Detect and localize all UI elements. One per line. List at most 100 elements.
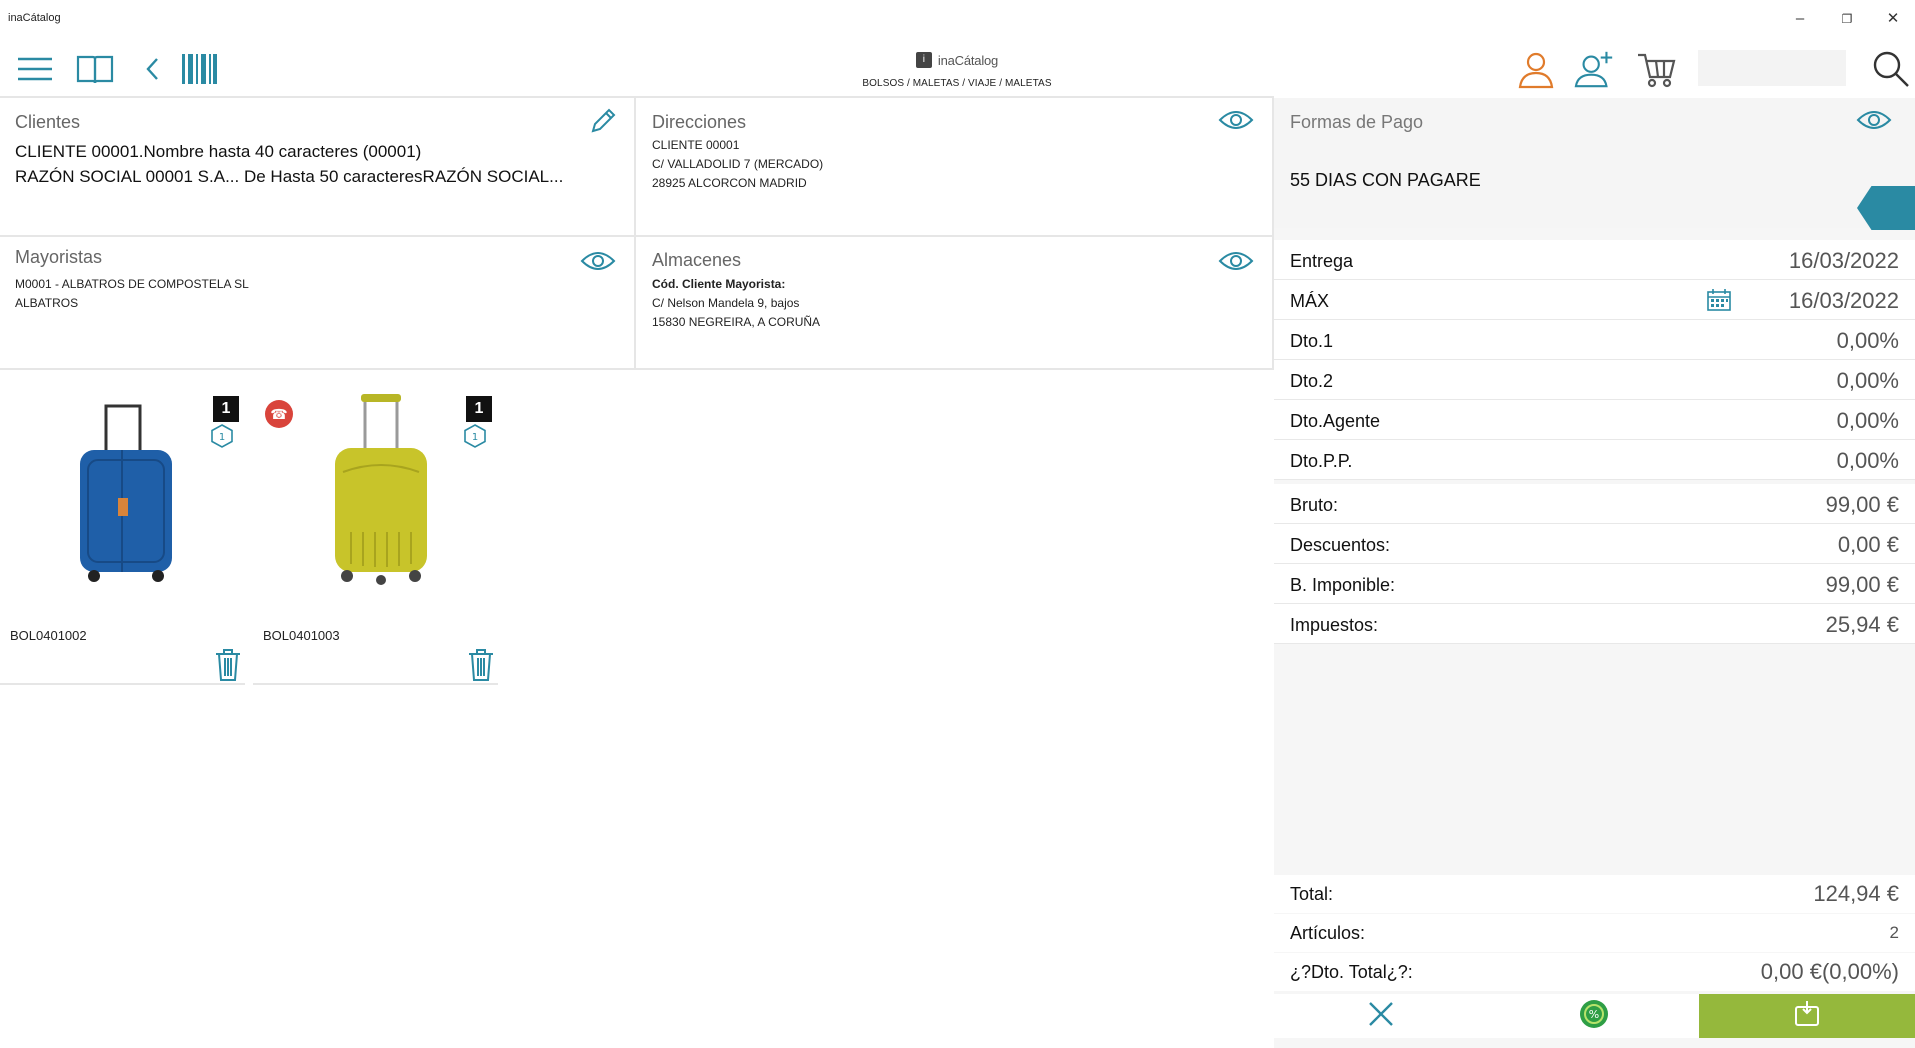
- clientes-title: Clientes: [15, 112, 81, 132]
- articulos-label: Artículos:: [1290, 923, 1366, 943]
- minimize-button[interactable]: –: [1783, 8, 1817, 30]
- summary-label: Dto.Agente: [1290, 411, 1381, 431]
- hamburger-icon[interactable]: [14, 48, 56, 90]
- summary-label: B. Imponible:: [1290, 575, 1396, 595]
- eye-icon[interactable]: [580, 249, 616, 273]
- summary-row-dto-pp[interactable]: Dto.P.P. 0,00%: [1274, 440, 1915, 480]
- confirm-order-button[interactable]: [1699, 994, 1915, 1038]
- close-window-button[interactable]: ✕: [1876, 8, 1910, 30]
- almacenes-panel[interactable]: Almacenes Cód. Cliente Mayorista: C/ Nel…: [636, 237, 1272, 368]
- direcciones-line-3: 28925 ALCORCON MADRID: [652, 176, 807, 190]
- total-value: 124,94 €: [1813, 881, 1899, 906]
- trash-icon[interactable]: [467, 648, 495, 682]
- summary-row-dto1[interactable]: Dto.1 0,00%: [1274, 320, 1915, 360]
- dto-total-value: 0,00 €(0,00%): [1760, 959, 1899, 984]
- summary-row-descuentos: Descuentos: 0,00 €: [1274, 524, 1915, 564]
- summary-row-dto-agente[interactable]: Dto.Agente 0,00%: [1274, 400, 1915, 440]
- barcode-icon[interactable]: [178, 48, 220, 90]
- summary-value: 0,00%: [1836, 368, 1899, 393]
- almacenes-line-2: C/ Nelson Mandela 9, bajos: [652, 296, 800, 310]
- order-summary-rows: Entrega 16/03/2022 MÁX 16/03/2022 Dto.1 …: [1274, 240, 1915, 644]
- summary-value: 99,00 €: [1825, 492, 1899, 517]
- summary-label: Dto.1: [1290, 331, 1334, 351]
- summary-value: 0,00 €: [1837, 532, 1899, 557]
- formas-de-pago-value: 55 DIAS CON PAGARE: [1290, 170, 1481, 190]
- product-units-label: 1: [472, 432, 478, 443]
- product-units-label: 1: [219, 432, 225, 443]
- svg-text:%: %: [1589, 1008, 1599, 1021]
- summary-value: 25,94 €: [1825, 612, 1899, 637]
- user-icon[interactable]: [1515, 48, 1557, 90]
- eye-icon[interactable]: [1856, 108, 1892, 132]
- payment-tab-handle[interactable]: [1857, 186, 1915, 230]
- product-card[interactable]: 1 1 BOL0401002: [0, 380, 245, 685]
- summary-value: 0,00%: [1836, 448, 1899, 473]
- summary-label: Descuentos:: [1290, 535, 1391, 555]
- clientes-razon-social: RAZÓN SOCIAL 00001 S.A... De Hasta 50 ca…: [15, 167, 564, 186]
- dto-total-label: ¿?Dto. Total¿?:: [1290, 962, 1413, 982]
- almacenes-line-1: Cód. Cliente Mayorista:: [652, 277, 786, 291]
- product-units-icon[interactable]: 1: [210, 424, 234, 448]
- calendar-icon[interactable]: [1706, 288, 1732, 312]
- formas-de-pago-title: Formas de Pago: [1290, 112, 1424, 132]
- chevron-left-icon[interactable]: [132, 48, 174, 90]
- mayoristas-line-1: M0001 - ALBATROS DE COMPOSTELA SL: [15, 277, 249, 291]
- summary-label: Entrega: [1290, 251, 1354, 271]
- order-action-bar: %: [1274, 994, 1915, 1038]
- dto-total-row[interactable]: ¿?Dto. Total¿?: 0,00 €(0,00%): [1274, 953, 1915, 991]
- search-icon[interactable]: [1870, 48, 1912, 90]
- almacenes-line-3: 15830 NEGREIRA, A CORUÑA: [652, 315, 821, 329]
- search-input[interactable]: [1698, 50, 1846, 86]
- product-image-suitcase[interactable]: [321, 392, 441, 597]
- product-units-icon[interactable]: 1: [463, 424, 487, 448]
- brand-logo-icon: i: [915, 52, 932, 68]
- articulos-row: Artículos: 2: [1274, 914, 1915, 952]
- summary-label: Dto.P.P.: [1290, 451, 1353, 471]
- total-label: Total:: [1290, 884, 1334, 904]
- mayoristas-line-2: ALBATROS: [15, 296, 79, 310]
- apply-discount-button[interactable]: %: [1487, 994, 1701, 1038]
- summary-row-dto2[interactable]: Dto.2 0,00%: [1274, 360, 1915, 400]
- product-image-suitcase[interactable]: [62, 400, 190, 595]
- summary-label: Bruto:: [1290, 495, 1339, 515]
- product-quantity-badge: 1: [466, 396, 492, 422]
- summary-value: 16/03/2022: [1788, 288, 1899, 313]
- formas-de-pago-panel[interactable]: Formas de Pago 55 DIAS CON PAGARE: [1274, 98, 1915, 230]
- restore-button[interactable]: ❐: [1830, 8, 1864, 30]
- breadcrumb: BOLSOS / MALETAS / VIAJE / MALETAS: [862, 78, 1052, 89]
- eye-icon[interactable]: [1218, 108, 1254, 132]
- summary-label: MÁX: [1290, 291, 1330, 311]
- almacenes-title: Almacenes: [652, 250, 742, 270]
- product-sku: BOL0401003: [263, 628, 340, 643]
- direcciones-line-1: CLIENTE 00001: [652, 138, 740, 152]
- main-toolbar: i inaCátalog BOLSOS / MALETAS / VIAJE / …: [0, 38, 1915, 96]
- close-icon: [1366, 999, 1396, 1034]
- summary-value: 0,00%: [1836, 408, 1899, 433]
- confirm-order-icon: [1792, 999, 1822, 1034]
- summary-row-entrega[interactable]: Entrega 16/03/2022: [1274, 240, 1915, 280]
- direcciones-title: Direcciones: [652, 112, 747, 132]
- mayoristas-panel[interactable]: Mayoristas M0001 - ALBATROS DE COMPOSTEL…: [0, 237, 634, 368]
- trash-icon[interactable]: [214, 648, 242, 682]
- product-sku: BOL0401002: [10, 628, 87, 643]
- product-card[interactable]: ☎ 1 1 BOL0401003: [253, 380, 498, 685]
- direcciones-panel[interactable]: Direcciones CLIENTE 00001 C/ VALLADOLID …: [636, 98, 1272, 235]
- summary-label: Impuestos:: [1290, 615, 1379, 635]
- add-user-icon[interactable]: [1574, 48, 1616, 90]
- clientes-name: CLIENTE 00001.Nombre hasta 40 caracteres…: [15, 142, 422, 161]
- summary-row-bruto: Bruto: 99,00 €: [1274, 484, 1915, 524]
- pencil-icon[interactable]: [588, 106, 618, 136]
- book-icon[interactable]: [74, 48, 116, 90]
- summary-row-base-imponible: B. Imponible: 99,00 €: [1274, 564, 1915, 604]
- product-quantity-badge: 1: [213, 396, 239, 422]
- promo-badge-icon[interactable]: ☎: [265, 400, 293, 428]
- cancel-order-button[interactable]: [1274, 994, 1487, 1038]
- summary-value: 16/03/2022: [1788, 248, 1899, 273]
- mayoristas-title: Mayoristas: [15, 247, 103, 267]
- clientes-panel[interactable]: Clientes CLIENTE 00001.Nombre hasta 40 c…: [0, 98, 634, 235]
- eye-icon[interactable]: [1218, 249, 1254, 273]
- cart-icon[interactable]: [1636, 48, 1678, 90]
- summary-row-max[interactable]: MÁX 16/03/2022: [1274, 280, 1915, 320]
- window-titlebar: inaCátalog – ❐ ✕: [0, 0, 1915, 38]
- discount-icon: %: [1578, 998, 1610, 1035]
